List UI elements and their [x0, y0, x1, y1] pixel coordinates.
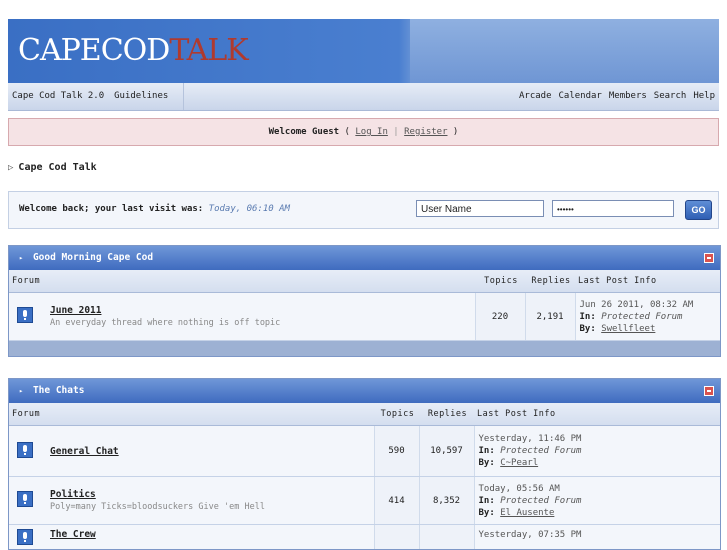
last-visit-label: Welcome back; your last visit was:	[19, 204, 203, 214]
last-post-author-link[interactable]: Swellfleet	[601, 324, 655, 334]
forum-topics-count: 590	[374, 426, 419, 477]
nav-cape-cod-talk[interactable]: Cape Cod Talk 2.0	[12, 83, 104, 110]
paren-open: (	[345, 127, 350, 137]
forum-new-posts-icon[interactable]	[17, 529, 33, 545]
col-last-post: Last Post Info	[474, 403, 720, 426]
forum-name-link[interactable]: June 2011	[50, 305, 280, 316]
breadcrumb: ▷ Cape Cod Talk	[8, 162, 97, 173]
last-post-info: Jun 26 2011, 08:32 AM In: Protected Foru…	[575, 293, 720, 341]
register-link[interactable]: Register	[404, 127, 447, 137]
last-post-info: Yesterday, 11:46 PM In: Protected Forum …	[474, 426, 720, 477]
table-row: Politics Poly=many Ticks=bloodsuckers Gi…	[9, 477, 720, 525]
last-post-author-link[interactable]: El Ausente	[500, 508, 554, 518]
col-forum: Forum	[9, 270, 475, 293]
nav-guidelines[interactable]: Guidelines	[114, 83, 168, 110]
nav-members[interactable]: Members	[609, 83, 647, 110]
last-post-date: Yesterday, 07:35 PM	[479, 529, 720, 541]
forum-replies-count: 8,352	[419, 477, 474, 525]
category-header[interactable]: ▸ Good Morning Cape Cod	[9, 246, 720, 270]
category-the-chats: ▸ The Chats Forum Topics Replies Last Po…	[8, 378, 721, 550]
last-post-in-label: In:	[479, 496, 495, 506]
login-link[interactable]: Log In	[355, 127, 388, 137]
header-banner-panel	[410, 19, 719, 83]
site-header: CAPECODTALK	[8, 19, 719, 83]
last-post-forum: Protected Forum	[500, 496, 581, 506]
category-title: Good Morning Cape Cod	[33, 252, 153, 263]
table-row: General Chat 590 10,597 Yesterday, 11:46…	[9, 426, 720, 477]
forum-name-link[interactable]: Politics	[50, 489, 265, 500]
forum-new-posts-icon[interactable]	[17, 491, 33, 507]
breadcrumb-home[interactable]: Cape Cod Talk	[18, 162, 96, 173]
forum-topics-count	[374, 525, 419, 550]
last-post-forum: Protected Forum	[601, 312, 682, 322]
collapse-icon[interactable]	[704, 386, 714, 396]
quick-login-box: Welcome back; your last visit was: Today…	[8, 191, 719, 229]
forum-new-posts-icon[interactable]	[17, 307, 33, 323]
last-post-author-link[interactable]: C~Pearl	[500, 458, 538, 468]
logo-text-capecod: CAPECOD	[18, 33, 169, 68]
forum-new-posts-icon[interactable]	[17, 442, 33, 458]
category-arrow-icon: ▸	[19, 254, 23, 262]
nav-search[interactable]: Search	[654, 83, 687, 110]
forum-topics-count: 414	[374, 477, 419, 525]
col-replies: Replies	[525, 270, 575, 293]
forum-description: Poly=many Ticks=bloodsuckers Give 'em He…	[50, 502, 265, 512]
navbar-divider	[183, 83, 184, 110]
forum-table: Forum Topics Replies Last Post Info Gene…	[9, 403, 720, 550]
col-topics: Topics	[374, 403, 419, 426]
username-input[interactable]: User Name	[416, 200, 544, 217]
forum-replies-count: 2,191	[525, 293, 575, 341]
password-input[interactable]: ••••••	[552, 200, 674, 217]
last-post-date: Jun 26 2011, 08:32 AM	[580, 299, 720, 311]
forum-table: Forum Topics Replies Last Post Info June…	[9, 270, 720, 341]
table-row: The Crew Yesterday, 07:35 PM	[9, 525, 720, 550]
nav-arcade[interactable]: Arcade	[519, 83, 552, 110]
last-post-forum: Protected Forum	[500, 446, 581, 456]
category-title: The Chats	[33, 385, 84, 396]
last-post-in-label: In:	[580, 312, 596, 322]
nav-calendar[interactable]: Calendar	[559, 83, 602, 110]
logo-text-talk: TALK	[169, 33, 247, 68]
link-divider: |	[393, 127, 398, 137]
forum-topics-count: 220	[475, 293, 525, 341]
col-forum: Forum	[9, 403, 374, 426]
table-header-row: Forum Topics Replies Last Post Info	[9, 270, 720, 293]
last-visit-message: Welcome back; your last visit was: Today…	[19, 204, 290, 214]
breadcrumb-arrow-icon: ▷	[8, 163, 13, 173]
col-last-post: Last Post Info	[575, 270, 720, 293]
col-replies: Replies	[419, 403, 474, 426]
category-header[interactable]: ▸ The Chats	[9, 379, 720, 403]
forum-name-link[interactable]: General Chat	[50, 446, 119, 457]
category-arrow-icon: ▸	[19, 387, 23, 395]
last-post-in-label: In:	[479, 446, 495, 456]
last-post-date: Today, 05:56 AM	[479, 483, 720, 495]
col-topics: Topics	[475, 270, 525, 293]
forum-replies-count: 10,597	[419, 426, 474, 477]
table-row: June 2011 An everyday thread where nothi…	[9, 293, 720, 341]
collapse-icon[interactable]	[704, 253, 714, 263]
table-header-row: Forum Topics Replies Last Post Info	[9, 403, 720, 426]
last-visit-value: Today, 06:10 AM	[209, 204, 290, 214]
forum-name-link[interactable]: The Crew	[50, 529, 96, 540]
category-good-morning: ▸ Good Morning Cape Cod Forum Topics Rep…	[8, 245, 721, 357]
forum-description: An everyday thread where nothing is off …	[50, 318, 280, 328]
paren-close: )	[453, 127, 458, 137]
last-post-date: Yesterday, 11:46 PM	[479, 433, 720, 445]
last-post-by-label: By:	[479, 508, 495, 518]
login-go-button[interactable]: GO	[685, 200, 712, 220]
last-post-by-label: By:	[580, 324, 596, 334]
last-post-info: Today, 05:56 AM In: Protected Forum By: …	[474, 477, 720, 525]
last-post-info: Yesterday, 07:35 PM	[474, 525, 720, 550]
category-footer	[9, 341, 720, 356]
forum-replies-count	[419, 525, 474, 550]
last-post-by-label: By:	[479, 458, 495, 468]
main-navbar: Cape Cod Talk 2.0 Guidelines Arcade Cale…	[8, 83, 719, 111]
welcome-guest-text: Welcome Guest	[269, 127, 339, 137]
nav-help[interactable]: Help	[693, 83, 715, 110]
welcome-guest-bar: Welcome Guest ( Log In | Register )	[8, 118, 719, 146]
site-logo[interactable]: CAPECODTALK	[18, 33, 248, 68]
